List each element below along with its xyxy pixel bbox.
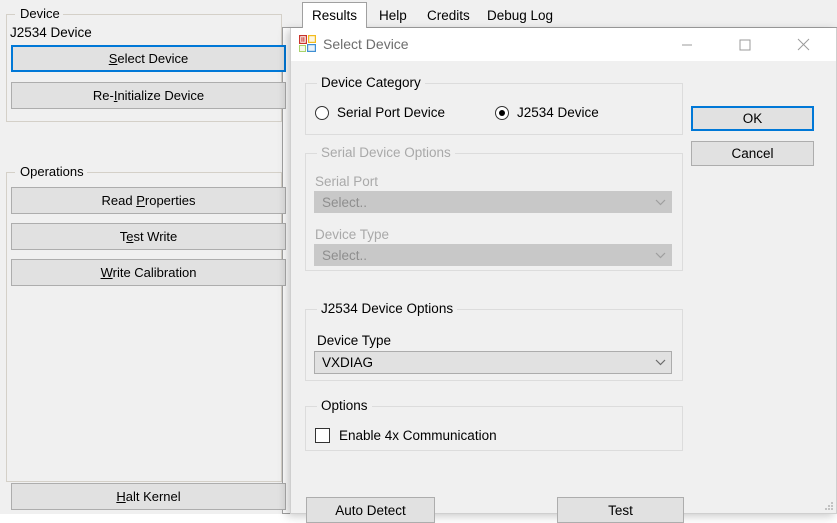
auto-detect-button-label: Auto Detect <box>335 502 406 518</box>
radio-serial-port-device-indicator <box>315 105 329 120</box>
tab-debug-log-label: Debug Log <box>487 8 554 23</box>
auto-detect-button[interactable]: Auto Detect <box>306 497 435 523</box>
close-icon <box>797 38 809 51</box>
j2534-device-type-select[interactable]: VXDIAG <box>314 351 672 374</box>
dialog-title-bar[interactable]: Select Device <box>291 28 836 61</box>
re-initialize-device-button[interactable]: Re-Initialize Device <box>11 82 286 109</box>
test-write-button[interactable]: Test Write <box>11 223 286 250</box>
options-group-label: Options <box>317 398 372 413</box>
cancel-button-label: Cancel <box>731 146 774 161</box>
j2534-device-type-select-value: VXDIAG <box>322 355 374 370</box>
tab-strip: Results Help Credits Debug Log <box>282 0 837 28</box>
serial-device-type-label: Device Type <box>315 227 390 242</box>
ok-button[interactable]: OK <box>691 106 814 131</box>
serial-port-label: Serial Port <box>315 174 379 189</box>
maximize-button[interactable] <box>722 28 768 61</box>
radio-j2534-device-indicator <box>495 105 509 120</box>
serial-port-select: Select.. <box>314 191 672 213</box>
operations-group-label: Operations <box>17 164 87 179</box>
chevron-down-icon <box>649 359 671 366</box>
enable-4x-communication-checkbox-box <box>315 428 330 443</box>
dialog-title: Select Device <box>323 36 409 52</box>
radio-serial-port-device-label: Serial Port Device <box>337 105 446 120</box>
maximize-icon <box>739 39 751 50</box>
j2534-device-options-group-label: J2534 Device Options <box>317 301 458 316</box>
close-button[interactable] <box>780 28 826 61</box>
serial-device-type-select-value: Select.. <box>322 247 368 263</box>
radio-serial-port-device[interactable]: Serial Port Device <box>315 105 445 120</box>
select-device-button[interactable]: Select Device <box>11 45 286 72</box>
test-write-button-label: Test Write <box>119 229 178 244</box>
chevron-down-icon <box>649 252 671 259</box>
tab-results-label: Results <box>312 8 358 23</box>
serial-device-options-group-label: Serial Device Options <box>317 145 455 160</box>
application-window-icon <box>299 35 316 52</box>
test-button[interactable]: Test <box>557 497 684 523</box>
tab-results[interactable]: Results <box>302 2 368 28</box>
device-category-group-label: Device Category <box>317 75 425 90</box>
device-status-text: J2534 Device <box>10 25 92 40</box>
dialog-body: Device Category Serial Port Device J2534… <box>291 61 836 523</box>
cancel-button[interactable]: Cancel <box>691 141 814 166</box>
enable-4x-communication-checkbox[interactable]: Enable 4x Communication <box>315 428 497 443</box>
halt-kernel-button-label: Halt Kernel <box>116 489 181 504</box>
read-properties-button-label: Read Properties <box>101 193 196 208</box>
tab-debug-log[interactable]: Debug Log <box>478 4 562 28</box>
tab-help[interactable]: Help <box>370 4 416 28</box>
enable-4x-communication-label: Enable 4x Communication <box>339 428 497 443</box>
re-initialize-device-button-label: Re-Initialize Device <box>92 88 205 103</box>
resize-grip[interactable] <box>822 499 834 511</box>
serial-device-type-select: Select.. <box>314 244 672 266</box>
j2534-device-type-label: Device Type <box>317 333 392 348</box>
tab-credits[interactable]: Credits <box>418 4 479 28</box>
tab-credits-label: Credits <box>427 8 470 23</box>
read-properties-button[interactable]: Read Properties <box>11 187 286 214</box>
halt-kernel-button[interactable]: Halt Kernel <box>11 483 286 510</box>
write-calibration-button-label: Write Calibration <box>100 265 197 280</box>
radio-j2534-device[interactable]: J2534 Device <box>495 105 599 120</box>
minimize-icon <box>682 44 692 45</box>
select-device-dialog: Select Device Device Category Serial Por… <box>290 28 837 523</box>
test-button-label: Test <box>608 502 633 518</box>
minimize-button[interactable] <box>664 28 710 61</box>
chevron-down-icon <box>649 199 671 206</box>
device-group-label: Device <box>17 6 63 21</box>
ok-button-label: OK <box>742 111 763 126</box>
tab-help-label: Help <box>379 8 407 23</box>
operations-group: Operations <box>6 164 282 482</box>
select-device-button-label: Select Device <box>108 51 189 66</box>
radio-j2534-device-label: J2534 Device <box>517 105 599 120</box>
write-calibration-button[interactable]: Write Calibration <box>11 259 286 286</box>
serial-port-select-value: Select.. <box>322 194 368 210</box>
